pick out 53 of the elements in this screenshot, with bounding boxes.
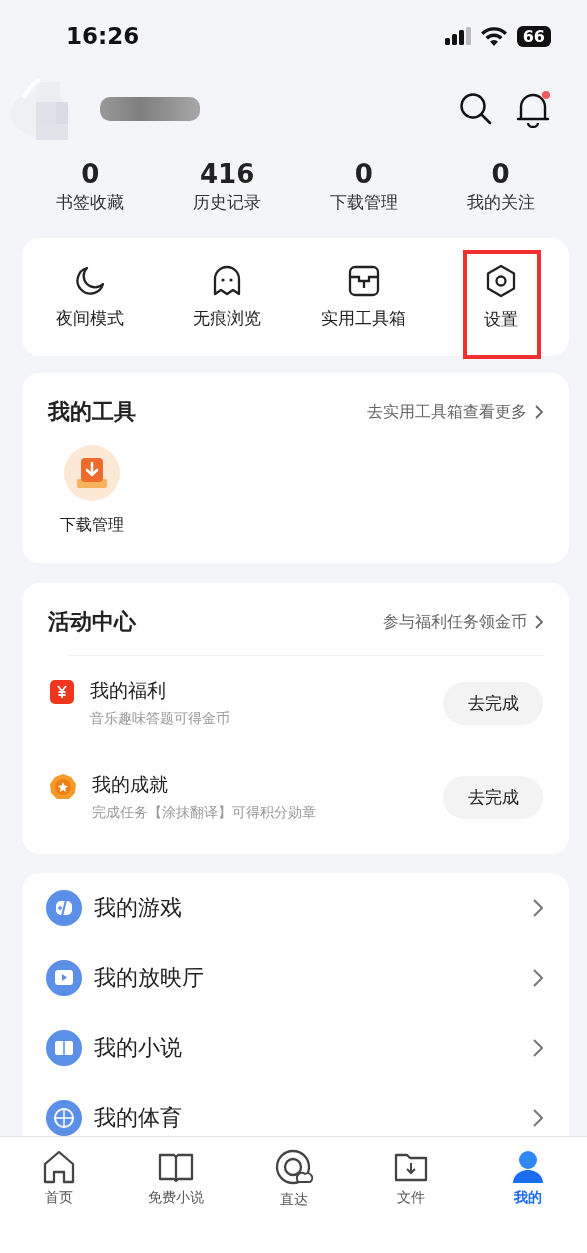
bell-icon[interactable]: [515, 89, 551, 128]
activity-title: 我的成就: [92, 772, 169, 797]
badge-star-icon: [50, 774, 76, 800]
menu-item[interactable]: 我的体育: [94, 1103, 533, 1133]
quick-action-label[interactable]: 夜间模式: [56, 306, 125, 330]
stat-label[interactable]: 我的关注: [466, 190, 535, 214]
toolbox-icon[interactable]: [347, 264, 380, 297]
chevron-icon: [533, 969, 543, 987]
tab[interactable]: 免费小说: [117, 1149, 235, 1207]
play-icon[interactable]: [46, 960, 82, 996]
chevron-icon: [533, 1109, 543, 1127]
activity-description: 音乐趣味答题可得金币: [90, 710, 231, 728]
quick-action-label[interactable]: 无痕浏览: [193, 306, 262, 330]
chevron-icon: [533, 1039, 543, 1057]
yuan-icon: [50, 680, 74, 704]
book-icon[interactable]: [46, 1030, 82, 1066]
download-icon[interactable]: [64, 445, 120, 501]
complete-button[interactable]: 去完成: [443, 681, 543, 725]
settings-icon[interactable]: [484, 263, 517, 298]
rewards-link[interactable]: 参与福利任务领金币: [383, 611, 543, 633]
section-title: 活动中心: [48, 608, 136, 636]
section-title: 我的工具: [48, 398, 136, 426]
status-time: 16:26: [66, 23, 140, 49]
more-tools-link[interactable]: 去实用工具箱查看更多: [367, 401, 543, 423]
ball-icon[interactable]: [46, 1100, 82, 1136]
stat-label[interactable]: 历史记录: [193, 190, 262, 214]
stat-count[interactable]: 0: [491, 158, 510, 189]
complete-button[interactable]: 去完成: [443, 775, 543, 819]
tool-label[interactable]: 下载管理: [60, 515, 124, 536]
stat-count[interactable]: 0: [81, 158, 100, 189]
menu-item[interactable]: 我的放映厅: [94, 963, 533, 993]
moon-icon[interactable]: [74, 264, 107, 297]
quick-action-label[interactable]: 设置: [483, 307, 518, 331]
stat-label[interactable]: 书签收藏: [56, 190, 125, 214]
chevron-icon: [533, 899, 543, 917]
stat-count[interactable]: 0: [354, 158, 373, 189]
tab[interactable]: 文件: [352, 1149, 470, 1207]
chevron-icon: [535, 405, 543, 419]
tab[interactable]: 直达: [234, 1149, 353, 1209]
stat-label[interactable]: 下载管理: [329, 190, 398, 214]
wifi-icon: [480, 26, 507, 46]
menu-item[interactable]: 我的游戏: [94, 893, 533, 923]
tab[interactable]: 首页: [0, 1149, 118, 1207]
activity-description: 完成任务【涂抹翻译】可得积分勋章: [92, 804, 317, 822]
activity-title: 我的福利: [90, 678, 167, 703]
tab[interactable]: 我的: [469, 1149, 587, 1207]
quick-action-label[interactable]: 实用工具箱: [321, 306, 407, 330]
chevron-icon: [535, 615, 543, 629]
signal-icon: [444, 27, 471, 45]
stat-count[interactable]: 416: [200, 158, 255, 189]
menu-item[interactable]: 我的小说: [94, 1033, 533, 1063]
battery-level: 66: [516, 25, 551, 47]
search-icon[interactable]: [459, 91, 493, 126]
